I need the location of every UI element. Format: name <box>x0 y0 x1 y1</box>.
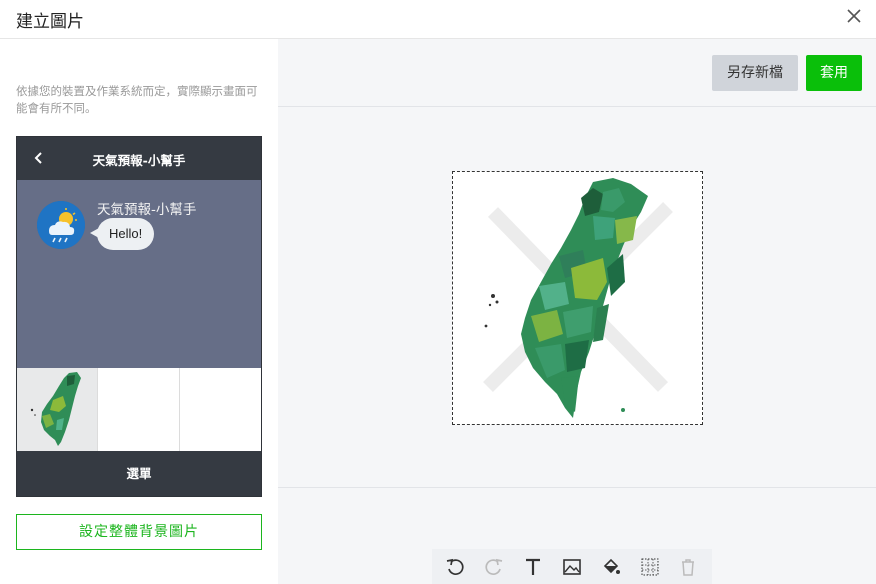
taiwan-map-thumbnail <box>30 372 81 446</box>
display-notice: 依據您的裝置及作業系統而定，實際顯示畫面可能會有所不同。 <box>16 84 258 115</box>
save-as-button[interactable]: 另存新檔 <box>712 55 798 91</box>
apply-button[interactable]: 套用 <box>806 55 862 91</box>
rich-menu-cell[interactable] <box>180 368 261 451</box>
phone-header: 天氣預報-小幫手 <box>17 137 261 180</box>
rich-menu-cell[interactable] <box>98 368 180 451</box>
fill-icon[interactable] <box>597 553 625 581</box>
create-image-dialog: 建立圖片 依據您的裝置及作業系統而定，實際顯示畫面可能會有所不同。 天氣預報-小… <box>0 0 876 584</box>
weather-avatar-icon <box>37 201 85 249</box>
undo-icon[interactable] <box>441 553 469 581</box>
image-icon[interactable] <box>558 553 586 581</box>
set-background-button[interactable]: 設定整體背景圖片 <box>16 514 262 550</box>
grid-icon[interactable] <box>636 553 664 581</box>
dialog-title: 建立圖片 <box>16 12 84 32</box>
editor-top-bar: 另存新檔 套用 <box>278 39 876 107</box>
close-icon[interactable] <box>844 6 864 26</box>
rich-menu-bar[interactable]: 選單 <box>17 451 261 496</box>
phone-preview: 天氣預報-小幫手 天氣預報-小幫手 Hello! 選單 <box>16 136 262 497</box>
dialog-header: 建立圖片 <box>0 0 876 39</box>
canvas-area: PIXTA <box>278 108 876 488</box>
image-canvas[interactable]: PIXTA <box>452 171 703 425</box>
preview-panel: 依據您的裝置及作業系統而定，實際顯示畫面可能會有所不同。 天氣預報-小幫手 天氣… <box>0 39 278 584</box>
trash-icon[interactable] <box>674 553 702 581</box>
edit-toolbar <box>432 549 712 584</box>
sender-name: 天氣預報-小幫手 <box>97 202 197 218</box>
taiwan-map-image: PIXTA <box>483 178 686 418</box>
chat-title: 天氣預報-小幫手 <box>92 153 186 168</box>
text-icon[interactable] <box>519 553 547 581</box>
chat-area: 天氣預報-小幫手 Hello! <box>17 180 261 368</box>
pixta-watermark: PIXTA <box>623 284 686 309</box>
redo-icon[interactable] <box>480 553 508 581</box>
rich-menu-cell[interactable] <box>17 368 99 451</box>
editor-panel: 另存新檔 套用 PIXTA <box>278 39 876 584</box>
rich-menu-grid <box>17 368 261 451</box>
message-bubble: Hello! <box>97 218 155 250</box>
